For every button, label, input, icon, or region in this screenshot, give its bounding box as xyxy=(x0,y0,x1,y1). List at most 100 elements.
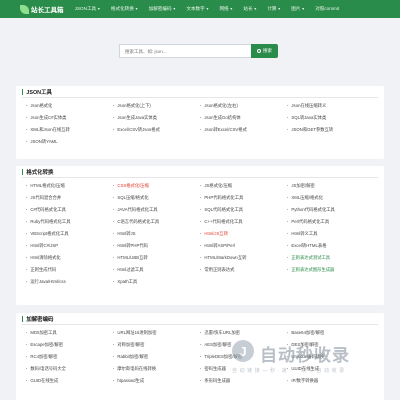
tool-link[interactable]: JSON和GET参数互转 xyxy=(287,124,374,136)
bullet-icon xyxy=(200,256,202,259)
nav-item[interactable]: 计算▼ xyxy=(262,6,286,12)
tool-link[interactable]: 摩尔斯电码在线转换 xyxy=(113,363,200,375)
tool-link[interactable]: JAVA代码格式化工具 xyxy=(113,204,200,216)
nav-item[interactable]: 图片▼ xyxy=(286,6,310,12)
tool-link[interactable]: Html转JS xyxy=(113,228,200,240)
tool-link[interactable]: Json格式化 xyxy=(26,100,113,112)
tool-link[interactable]: Perl代码格式化工具 xyxy=(287,216,374,228)
bullet-icon xyxy=(287,379,289,382)
tool-link[interactable]: Json在线压缩转义 xyxy=(287,100,374,112)
tool-link[interactable]: Json生成C#实体类 xyxy=(26,112,113,124)
nav-item[interactable]: 站长▼ xyxy=(238,6,262,12)
tool-link[interactable]: JS代码混合合并 xyxy=(26,192,113,204)
tool-link-label: Json格式化(左右) xyxy=(204,102,238,108)
tool-link[interactable]: htpasswd生成 xyxy=(113,375,200,387)
tool-link-label: C语言代码格式化工具 xyxy=(117,218,160,224)
tool-link[interactable]: Base64加密/解密 xyxy=(287,327,374,339)
bullet-icon xyxy=(113,379,115,382)
tool-link[interactable]: 正则表达式测试工具 xyxy=(287,252,374,264)
tool-link[interactable]: JS加密/解密 xyxy=(287,180,374,192)
tool-link[interactable]: SQL代码格式化工具 xyxy=(200,204,287,216)
tool-link[interactable]: JSON转YAML xyxy=(26,136,113,148)
tool-link[interactable]: Json生成Go结构体 xyxy=(200,112,287,124)
tool-link[interactable]: MD5加密工具 xyxy=(26,327,113,339)
tool-grid: Json格式化 Json格式化(上下) Json格式化(左右) Json在线压缩转义 J… xyxy=(16,98,384,148)
bullet-icon xyxy=(26,208,28,211)
search-button[interactable]: 搜索 xyxy=(251,44,278,58)
tool-link[interactable]: Json格式化(上下) xyxy=(113,100,200,112)
tool-link[interactable]: HTML/UBB互转 xyxy=(113,252,200,264)
tool-link[interactable]: GUID在线生成 xyxy=(26,375,113,387)
tool-link[interactable]: Html/JS互转 xyxy=(200,228,287,240)
tool-link[interactable]: C语言代码格式化工具 xyxy=(113,216,200,228)
tool-link-label: JSON和GET参数互转 xyxy=(291,126,334,132)
tool-link[interactable]: Ruby代码格式化工具 xyxy=(26,216,113,228)
tool-link[interactable]: Xpath工具 xyxy=(113,276,200,288)
tool-link[interactable]: SQL转Java实体类 xyxy=(287,112,374,124)
bullet-icon xyxy=(113,268,115,271)
tool-link[interactable]: 运行Java/Html/css xyxy=(26,276,113,288)
tool-link[interactable]: RC4加密/解密 xyxy=(26,351,113,363)
bullet-icon xyxy=(287,104,289,107)
tool-link[interactable]: 正则表达式图形生成器 xyxy=(287,264,374,276)
nav-item[interactable]: JSON工具▼ xyxy=(70,6,106,12)
tool-link-label: SQL压缩/格式化 xyxy=(117,194,149,200)
tool-link[interactable]: XML压缩/格式化 xyxy=(287,192,374,204)
nav-item[interactable]: 文本数字▼ xyxy=(181,6,214,12)
tool-link-label: SQL代码格式化工具 xyxy=(204,206,244,212)
tool-link[interactable]: XML和Json在线互转 xyxy=(26,124,113,136)
bullet-icon xyxy=(200,208,202,211)
tool-link[interactable]: CSS格式化/压缩 xyxy=(113,180,200,192)
caret-down-icon: ▼ xyxy=(205,7,210,11)
site-logo[interactable]: 站长工具箱 xyxy=(20,4,64,14)
tool-link-label: Base64加密/解密 xyxy=(291,329,325,335)
bullet-icon xyxy=(113,104,115,107)
tool-link[interactable]: Escape加密/解密 xyxy=(26,339,113,351)
nav-item[interactable]: 对照commit xyxy=(310,6,344,12)
section-header: JSON工具 xyxy=(16,86,384,96)
tool-link[interactable]: Python代码格式化工具 xyxy=(287,204,374,216)
bullet-icon xyxy=(113,256,115,259)
tool-link[interactable]: Html转PHP代码 xyxy=(113,240,200,252)
tool-link[interactable]: Rabbit加密/解密 xyxy=(113,351,200,363)
tool-link[interactable]: URL网址16进制加密 xyxy=(113,327,200,339)
tool-link[interactable]: 对称加密/解密 xyxy=(113,339,200,351)
tool-link[interactable]: SQL压缩/格式化 xyxy=(113,192,200,204)
tool-link[interactable]: Json生成Java实体类 xyxy=(113,112,200,124)
nav-item[interactable]: 网络▼ xyxy=(214,6,238,12)
tool-link[interactable]: VBScript格式化工具 xyxy=(26,228,113,240)
tool-link[interactable]: Excel/CSV转Json格式 xyxy=(113,124,200,136)
bullet-icon xyxy=(200,104,202,107)
tool-link[interactable]: Html转义工具 xyxy=(287,228,374,240)
tool-link[interactable]: Html转ASP/Perl xyxy=(200,240,287,252)
tool-link-label: HTML/MarkDown互转 xyxy=(204,254,247,260)
tool-link[interactable]: 迅雷/快车URL加密 xyxy=(200,327,287,339)
tool-link-label: Json格式化 xyxy=(30,102,53,108)
bullet-icon xyxy=(26,355,28,358)
tool-link-label: URL网址16进制加密 xyxy=(117,329,157,335)
bullet-icon xyxy=(287,196,289,199)
tool-link[interactable]: 常用正则表达式 xyxy=(200,264,287,276)
nav-item[interactable]: 格式化转换▼ xyxy=(106,6,144,12)
tool-link[interactable]: HTML/MarkDown互转 xyxy=(200,252,287,264)
tool-link[interactable]: 正则生成代码 xyxy=(26,264,113,276)
nav-item-label: 站长 xyxy=(243,6,253,11)
tool-link[interactable]: Json格式化(左右) xyxy=(200,100,287,112)
bullet-icon xyxy=(200,355,202,358)
tool-link[interactable]: HTML格式化/压缩 xyxy=(26,180,113,192)
tool-link[interactable]: Html清除格式化 xyxy=(26,252,113,264)
tool-link[interactable]: Excel转HTML表格 xyxy=(287,240,374,252)
tool-link-label: C++代码格式化工具 xyxy=(204,218,243,224)
tool-link[interactable]: C++代码格式化工具 xyxy=(200,216,287,228)
tool-link-label: 摩尔斯电码在线转换 xyxy=(117,365,157,371)
tool-link[interactable]: JS格式化/压缩 xyxy=(200,180,287,192)
tool-link[interactable]: 数码/电话号码大全 xyxy=(26,363,113,375)
tool-link[interactable]: PHP代码格式化工具 xyxy=(200,192,287,204)
nav-item[interactable]: 加解密编码▼ xyxy=(143,6,181,12)
tool-link[interactable]: Html过滤工具 xyxy=(113,264,200,276)
tool-link[interactable]: Html转C#/JSP xyxy=(26,240,113,252)
caret-down-icon: ▼ xyxy=(301,7,305,11)
tool-link[interactable]: C#代码格式化工具 xyxy=(26,204,113,216)
search-input[interactable] xyxy=(119,44,251,58)
tool-link[interactable]: Json转Excel/CSV格式 xyxy=(200,124,287,136)
